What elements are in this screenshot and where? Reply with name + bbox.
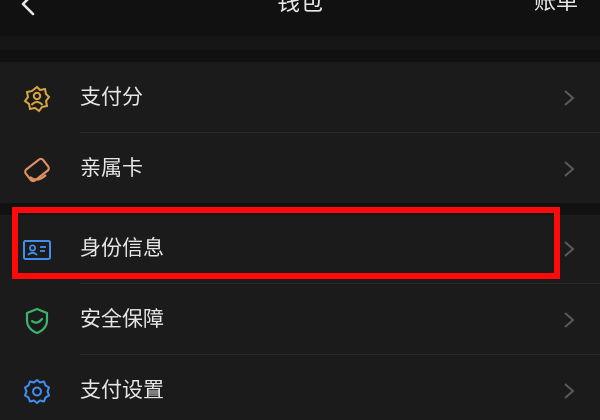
menu-item-family-card[interactable]: 亲属卡 [0,133,600,203]
highlight-annotation [12,207,560,279]
chevron-right-icon [564,161,575,177]
payment-score-icon [23,85,51,113]
menu-item-payment-settings[interactable]: 支付设置 [0,355,600,420]
chevron-right-icon [564,383,575,399]
gear-icon [24,379,50,404]
chevron-right-icon [564,241,575,257]
bill-button[interactable]: 账单 [534,0,578,18]
page-title: 钱包 [277,0,323,16]
family-card-icon [24,157,50,183]
menu-item-label: 支付分 [80,85,143,109]
menu-item-security[interactable]: 安全保障 [0,284,600,354]
header-gap [0,36,600,50]
shield-icon [25,307,49,335]
menu-item-label: 安全保障 [80,307,164,331]
menu-item-payment-score[interactable]: 支付分 [0,62,600,132]
wallet-page: 钱包 账单 支付分 亲属卡 身份信息 安全保障 支付设置 [0,0,600,420]
header: 钱包 账单 [0,0,600,36]
menu-item-label: 亲属卡 [80,156,143,180]
chevron-right-icon [564,312,575,328]
chevron-right-icon [564,90,575,106]
menu-item-label: 支付设置 [80,378,164,402]
